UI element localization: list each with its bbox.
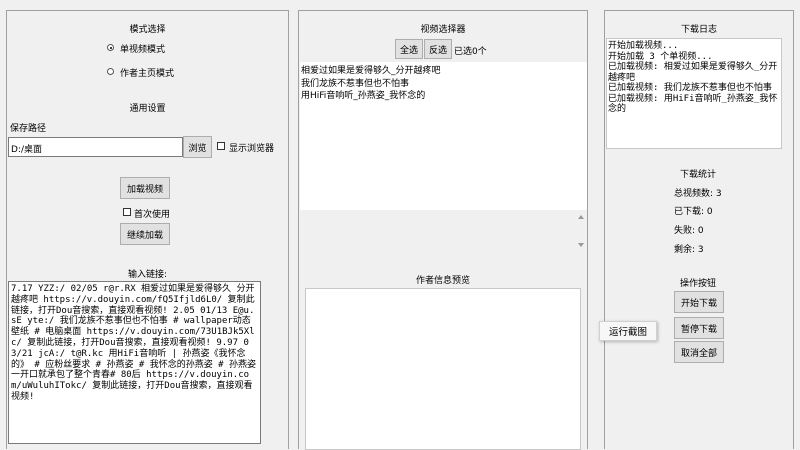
stats-downloaded: 已下载: 0 bbox=[674, 207, 713, 217]
log-line: 已加载视频: 用HiFi音响听_孙燕姿_我怀念的 bbox=[608, 93, 778, 115]
save-path-input[interactable]: D:/桌面 bbox=[8, 137, 183, 157]
invert-selection-button[interactable]: 反选 bbox=[424, 39, 452, 59]
right-panel: 下载日志 开始加载视频... 开始加载 3 个单视频... 已加载视频: 相爱过… bbox=[604, 10, 794, 449]
continue-load-button[interactable]: 继续加载 bbox=[120, 223, 170, 245]
log-line: 已加载视频: 相爱过如果是爱得够久_分开越疼吧 bbox=[608, 62, 778, 83]
log-line: 已加载视频: 我们龙族不惹事但也不怕事 bbox=[608, 83, 772, 93]
stats-failed: 失败: 0 bbox=[674, 226, 704, 236]
video-list-gap bbox=[300, 210, 575, 260]
stats-title: 下载统计 bbox=[680, 170, 717, 180]
log-title: 下载日志 bbox=[680, 25, 717, 35]
start-download-button[interactable]: 开始下载 bbox=[674, 291, 724, 313]
author-preview-box bbox=[305, 288, 581, 450]
selected-count-label: 已选0个 bbox=[454, 47, 487, 57]
list-item[interactable]: 我们龙族不惹事但也不怕事 bbox=[301, 78, 441, 91]
save-path-value: D:/桌面 bbox=[11, 145, 42, 155]
left-panel: 模式选择 单视频模式 作者主页模式 通用设置 保存路径 D:/桌面 浏览 显示浏… bbox=[6, 10, 289, 449]
radio-author[interactable] bbox=[107, 68, 114, 75]
radio-single[interactable] bbox=[107, 44, 114, 51]
log-box[interactable]: 开始加载视频... 开始加载 3 个单视频... 已加载视频: 相爱过如果是爱得… bbox=[606, 38, 782, 149]
mode-option-author-label: 作者主页模式 bbox=[120, 69, 175, 79]
settings-title: 通用设置 bbox=[129, 104, 166, 114]
mode-option-single-label: 单视频模式 bbox=[120, 45, 166, 55]
selector-title: 视频选择器 bbox=[420, 25, 466, 35]
link-textarea-text: 7.17 YZZ:/ 02/05 r@r.RX 相爱过如果是爱得够久 分开越疼吧… bbox=[11, 284, 257, 402]
browse-button[interactable]: 浏览 bbox=[183, 136, 212, 158]
video-list-items: 相爱过如果是爱得够久_分开越疼吧 我们龙族不惹事但也不怕事 用HiFi音响听_孙… bbox=[301, 65, 441, 103]
list-item[interactable]: 用HiFi音响听_孙燕姿_我怀念的 bbox=[301, 90, 441, 103]
mode-option-single[interactable]: 单视频模式 bbox=[107, 41, 207, 55]
log-line: 开始加载 3 个单视频... bbox=[608, 51, 713, 62]
tooltip-text: 运行截图 bbox=[608, 327, 647, 338]
video-list-scrollbar[interactable] bbox=[575, 210, 587, 260]
list-item[interactable]: 相爱过如果是爱得够久_分开越疼吧 bbox=[301, 65, 441, 78]
mode-option-author[interactable]: 作者主页模式 bbox=[107, 65, 207, 79]
scroll-down-icon[interactable] bbox=[578, 243, 584, 247]
scroll-up-icon[interactable] bbox=[578, 215, 584, 219]
link-textarea[interactable]: 7.17 YZZ:/ 02/05 r@r.RX 相爱过如果是爱得够久 分开越疼吧… bbox=[8, 281, 261, 444]
middle-panel: 视频选择器 全选 反选 已选0个 相爱过如果是爱得够久_分开越疼吧 我们龙族不惹… bbox=[298, 10, 588, 450]
load-video-button[interactable]: 加载视频 bbox=[120, 177, 170, 199]
stats-remaining: 剩余: 3 bbox=[674, 245, 704, 255]
cancel-all-button[interactable]: 取消全部 bbox=[674, 341, 724, 363]
stats-total: 总视频数: 3 bbox=[674, 189, 722, 199]
pause-download-button[interactable]: 暂停下载 bbox=[674, 317, 724, 339]
author-preview-title: 作者信息预览 bbox=[415, 276, 470, 286]
first-use-label: 首次使用 bbox=[134, 210, 171, 220]
save-path-label: 保存路径 bbox=[10, 124, 47, 134]
controls-title: 操作按钮 bbox=[680, 279, 717, 289]
select-all-button[interactable]: 全选 bbox=[395, 39, 423, 59]
log-line: 开始加载视频... bbox=[608, 41, 679, 51]
show-browser-label: 显示浏览器 bbox=[229, 144, 275, 154]
show-browser-checkbox[interactable] bbox=[217, 142, 225, 150]
input-link-title: 输入链接: bbox=[127, 270, 168, 280]
mode-title: 模式选择 bbox=[129, 25, 166, 35]
first-use-checkbox[interactable] bbox=[123, 208, 131, 216]
screenshot-tooltip: 运行截图 bbox=[599, 321, 657, 341]
